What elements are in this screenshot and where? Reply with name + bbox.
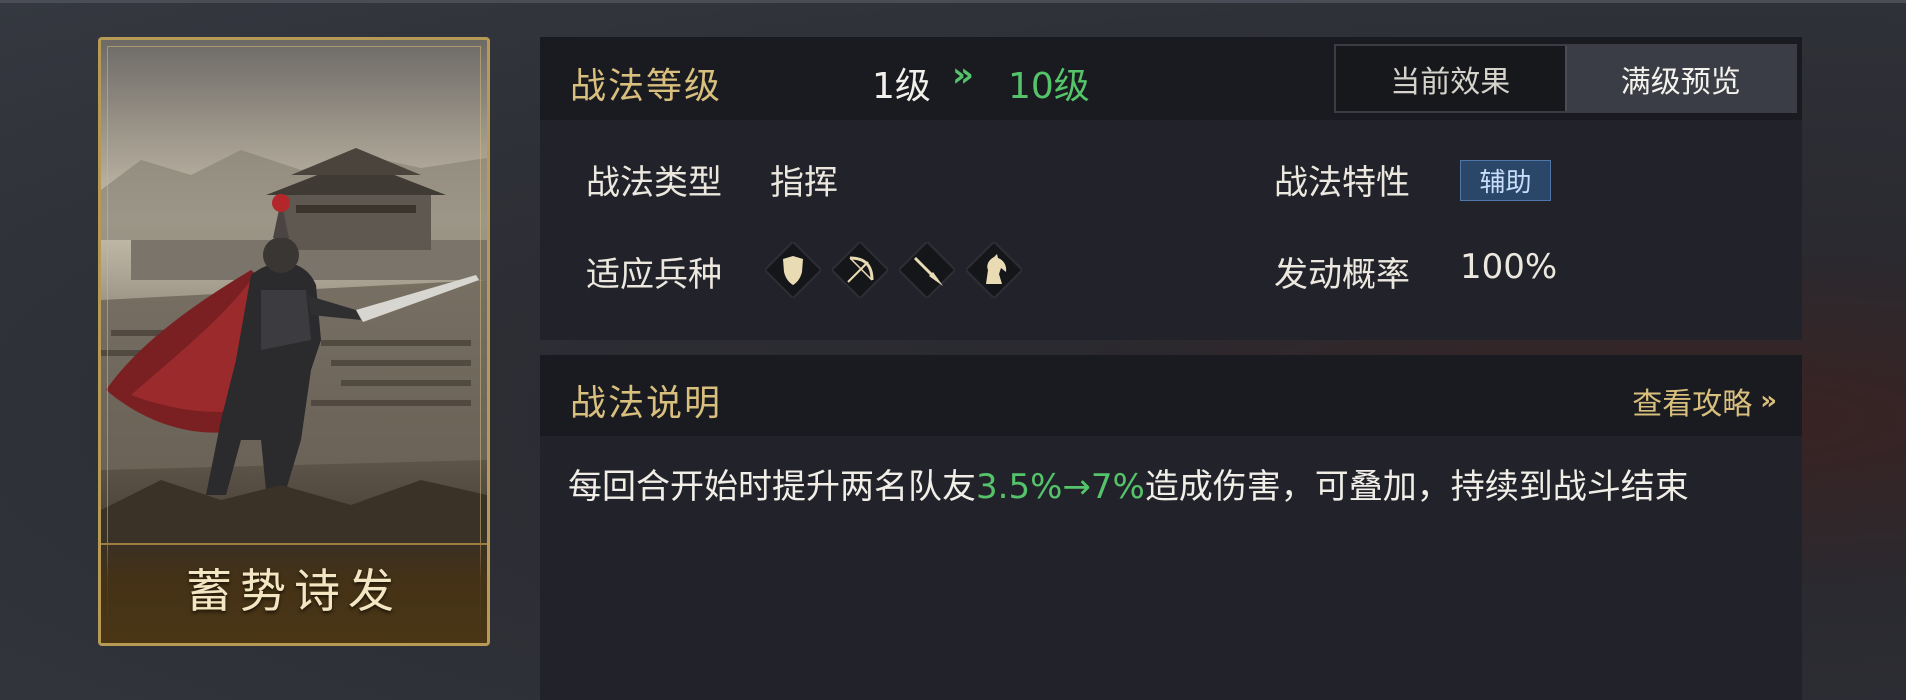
level-title: 战法等级	[570, 66, 723, 107]
skill-card[interactable]: 蓄势诗发	[98, 37, 490, 646]
level-current: 1级	[872, 66, 931, 107]
horse-icon	[966, 242, 1022, 298]
troop-type-label: 适应兵种	[586, 255, 722, 295]
skill-info-panel: 战法等级 1级 » 10级 当前效果 满级预览 战法类型 指挥 战法特性 辅助 …	[540, 37, 1802, 340]
tab-max-level-preview[interactable]: 满级预览	[1564, 46, 1795, 111]
trigger-rate-value: 100%	[1460, 247, 1558, 287]
skill-name: 蓄势诗发	[186, 564, 402, 618]
skill-description-panel: 战法说明 查看攻略 » 每回合开始时提升两名队友3.5%→7%造成伤害，可叠加，…	[540, 355, 1802, 700]
chevron-right-icon: »	[1760, 386, 1777, 416]
skill-trait-label: 战法特性	[1274, 163, 1410, 203]
description-text: 每回合开始时提升两名队友3.5%→7%造成伤害，可叠加，持续到战斗结束	[568, 463, 1778, 511]
description-header: 战法说明 查看攻略 »	[540, 355, 1802, 436]
view-guide-label: 查看攻略	[1632, 387, 1753, 422]
shield-icon	[765, 242, 821, 298]
skill-type-label: 战法类型	[586, 163, 722, 203]
description-text-part-1: 每回合开始时提升两名队友	[568, 467, 976, 507]
tab-current-effect[interactable]: 当前效果	[1336, 46, 1565, 111]
level-max: 10级	[1008, 66, 1090, 107]
level-header: 战法等级 1级 » 10级 当前效果 满级预览	[540, 37, 1802, 120]
effect-tabs: 当前效果 满级预览	[1334, 44, 1797, 113]
trigger-rate-label: 发动概率	[1274, 255, 1410, 295]
skill-trait-badge: 辅助	[1460, 160, 1551, 201]
description-text-part-2: 造成伤害，可叠加，持续到战斗结束	[1144, 467, 1689, 507]
spear-icon	[899, 242, 955, 298]
view-guide-link[interactable]: 查看攻略 »	[1632, 379, 1777, 423]
bow-icon	[832, 242, 888, 298]
top-divider	[0, 0, 1906, 3]
level-arrow-icon: »	[952, 55, 974, 95]
description-title: 战法说明	[570, 383, 723, 424]
skill-type-value: 指挥	[770, 163, 838, 203]
damage-increase-highlight: 3.5%→7%	[976, 467, 1145, 507]
